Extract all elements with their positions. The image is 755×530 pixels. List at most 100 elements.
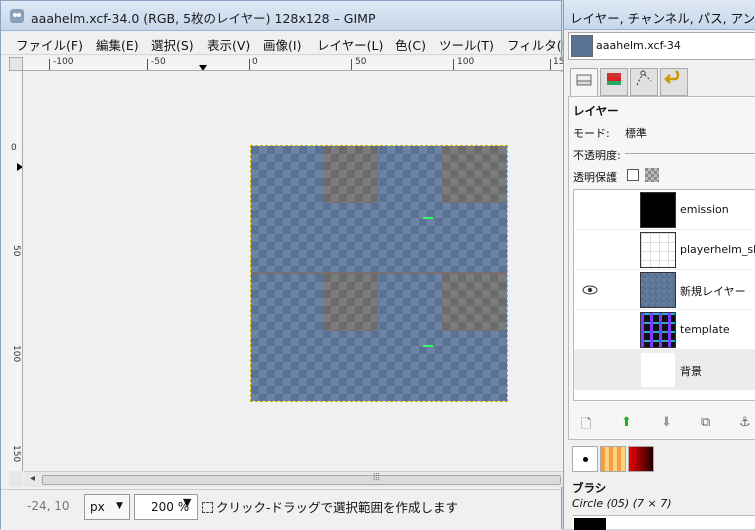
pointer-marker-icon (199, 65, 207, 70)
anchor-layer-icon[interactable]: ⚓ (739, 415, 751, 430)
image-selector[interactable]: aaahelm.xcf-34 (568, 32, 755, 60)
tab-layers[interactable] (570, 68, 598, 96)
brush-panel-title: ブラシ (572, 481, 607, 495)
vertical-ruler[interactable]: 0 50 100 150 (9, 71, 23, 471)
grip-icon: ⦙⦙⦙ (373, 472, 380, 483)
brush-name: Circle (05) (7 × 7) (572, 497, 672, 510)
layer-row[interactable]: playerhelm_sha (574, 230, 755, 270)
tab-channels[interactable] (600, 68, 628, 96)
panel-title: レイヤー (573, 104, 619, 118)
transparent-region (323, 146, 378, 203)
layer-list[interactable]: emission playerhelm_sha 新規レイヤー template … (573, 189, 755, 401)
raise-layer-icon[interactable]: ⬆ (621, 415, 632, 430)
image-thumbnail (571, 35, 593, 57)
layer-name: playerhelm_sha (680, 243, 755, 256)
paths-icon (636, 70, 652, 86)
menu-select[interactable]: 選択(S) (151, 35, 194, 54)
ruler-label: 50 (355, 57, 367, 67)
menu-view[interactable]: 表示(V) (207, 35, 250, 54)
unit-select[interactable]: px ▼ (84, 494, 130, 520)
duplicate-layer-icon[interactable]: ⧉ (701, 415, 710, 430)
dock-tabs (564, 66, 755, 96)
layers-panel: レイヤー モード: 標準 不透明度: 透明保護 emission playerh… (568, 96, 755, 440)
tab-brushes[interactable] (572, 446, 598, 472)
mode-label: モード: (573, 127, 610, 140)
layer-row[interactable]: 背景 (574, 350, 755, 390)
brush-list[interactable] (572, 515, 755, 530)
image-layer-preview[interactable] (250, 145, 508, 402)
layer-name: 新規レイヤー (680, 285, 746, 298)
layer-thumbnail (640, 312, 676, 348)
lock-alpha-icon (645, 168, 659, 182)
chevron-down-icon[interactable]: ▼ (183, 496, 191, 509)
layers-icon (576, 74, 592, 86)
horizontal-scrollbar[interactable]: ◂ ⦙⦙⦙ (24, 471, 563, 487)
ruler-label: 50 (11, 245, 21, 257)
status-text: クリック-ドラッグで選択範囲を作成します (216, 500, 459, 515)
menu-edit[interactable]: 編集(E) (96, 35, 139, 54)
layer-thumbnail (640, 232, 676, 268)
lock-label: 透明保護 (573, 171, 617, 184)
transparent-region (442, 274, 506, 331)
layer-thumbnail (640, 352, 676, 388)
brush-dock-tabs (568, 444, 755, 474)
ruler-corner-button[interactable] (9, 57, 23, 71)
menu-bar: ファイル(F) 編集(E) 選択(S) 表示(V) 画像(I) レイヤー(L) … (1, 31, 575, 55)
menu-image[interactable]: 画像(I) (263, 35, 301, 54)
dock-title: レイヤー, チャンネル, パス, アンド (570, 11, 755, 26)
ruler-label: 0 (252, 57, 258, 67)
scroll-left-icon[interactable]: ◂ (30, 473, 35, 484)
horizontal-ruler[interactable]: -100 -50 0 50 100 150 (23, 57, 563, 71)
ruler-label: -100 (53, 57, 74, 67)
menu-colors[interactable]: 色(C) (395, 35, 426, 54)
unit-value: px (90, 500, 105, 514)
tab-gradients[interactable] (628, 446, 654, 472)
ruler-label: 150 (11, 445, 21, 463)
window-title: aaahelm.xcf-34.0 (RGB, 5枚のレイヤー) 128x128 … (31, 11, 376, 26)
scrollbar-thumb[interactable] (42, 475, 561, 485)
layers-dock: レイヤー, チャンネル, パス, アンド aaahelm.xcf-34 レイヤー… (563, 0, 755, 530)
menu-tools[interactable]: ツール(T) (439, 35, 494, 54)
layer-name: template (680, 323, 730, 336)
eye-icon[interactable] (582, 282, 598, 298)
nav-corner (9, 471, 23, 487)
channels-icon (607, 73, 621, 85)
brush-preview[interactable] (574, 518, 606, 530)
undo-icon (664, 70, 680, 84)
image-window: aaahelm.xcf-34.0 (RGB, 5枚のレイヤー) 128x128 … (0, 0, 575, 530)
seam-line (251, 272, 507, 274)
lower-layer-icon[interactable]: ⬇ (661, 415, 672, 430)
chevron-down-icon: ▼ (116, 501, 123, 511)
dock-title-bar: レイヤー, チャンネル, パス, アンド (564, 0, 755, 30)
ruler-label: 100 (11, 345, 21, 363)
layer-thumbnail (640, 192, 676, 228)
layer-thumbnail (640, 272, 676, 308)
image-name: aaahelm.xcf-34 (596, 39, 681, 52)
mode-value[interactable]: 標準 (625, 125, 647, 141)
layer-toolbar: 🗋 ⬆ ⬇ ⧉ ⚓ (573, 413, 755, 435)
new-layer-icon[interactable]: 🗋 (581, 415, 591, 437)
status-bar: -24, 10 px ▼ 200 % ▼ クリック-ドラッグで選択範囲を作成しま… (1, 489, 561, 530)
layer-row[interactable]: template (574, 310, 755, 350)
ruler-label: 0 (11, 143, 17, 153)
pointer-coords: -24, 10 (27, 499, 70, 513)
layer-name: emission (680, 203, 729, 216)
brush-dot-icon (583, 457, 588, 462)
ruler-label: -50 (151, 57, 166, 67)
layer-name: 背景 (680, 365, 702, 378)
layer-row[interactable]: emission (574, 190, 755, 230)
layer-row[interactable]: 新規レイヤー (574, 270, 755, 310)
menu-layer[interactable]: レイヤー(L) (317, 35, 383, 54)
tab-paths[interactable] (630, 68, 658, 96)
rect-select-icon (202, 502, 213, 513)
menu-file[interactable]: ファイル(F) (16, 35, 83, 54)
tab-patterns[interactable] (600, 446, 626, 472)
canvas[interactable] (24, 72, 563, 471)
opacity-label: 不透明度: (573, 149, 621, 162)
green-pixel-marker (423, 345, 433, 347)
lock-alpha-checkbox[interactable] (627, 169, 639, 181)
gimp-icon (10, 9, 24, 23)
ruler-label: 100 (457, 57, 475, 67)
opacity-slider[interactable] (625, 153, 755, 154)
tab-undo-history[interactable] (660, 68, 688, 96)
